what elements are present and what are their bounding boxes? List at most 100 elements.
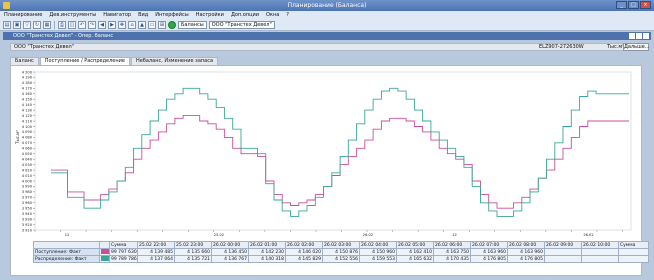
subwindow-restore-button[interactable] bbox=[636, 33, 642, 39]
cell: 99 797 630 bbox=[109, 248, 138, 256]
cell: 4 140 318 bbox=[248, 255, 286, 263]
company-field[interactable]: ООО "Транстех Девел" bbox=[14, 44, 74, 50]
unit-field[interactable]: Тыс.м³ bbox=[607, 44, 624, 50]
y-tick-label: 4 180 bbox=[22, 81, 33, 85]
cell: 4 152 556 bbox=[322, 255, 360, 263]
grid-icon[interactable]: ▦ bbox=[43, 21, 51, 29]
data-grid: Сумма 25.02 22:00 25.02 23:00 26.02 00:0… bbox=[33, 241, 649, 263]
y-tick-label: 4 100 bbox=[22, 125, 33, 129]
chart-panel: Тыс.м³ 4 200 4 190 4 180 4 170 4 160 4 150 4 1… bbox=[10, 65, 649, 276]
back-icon[interactable]: ◀ bbox=[98, 21, 106, 29]
window-controls: _ □ × bbox=[616, 1, 651, 9]
status-icon[interactable] bbox=[168, 21, 176, 29]
undo-icon[interactable]: ↶ bbox=[78, 21, 86, 29]
company-selector[interactable]: ООО "Транстех Девел" bbox=[208, 21, 275, 29]
cell: 4 135 660 bbox=[174, 248, 212, 256]
grid-header-cell: 25.02 23:00 bbox=[174, 241, 212, 249]
next-button[interactable]: Дальше... bbox=[623, 43, 650, 51]
grid-header-cell: 26.02 04:00 bbox=[359, 241, 397, 249]
cell: 4 165 632 bbox=[396, 255, 434, 263]
menu-item[interactable]: Навигатор bbox=[103, 11, 131, 20]
grid-header-cell: 26.02 08:00 bbox=[507, 241, 545, 249]
minimize-button[interactable]: _ bbox=[616, 1, 627, 9]
y-tick-label: 4 070 bbox=[22, 141, 33, 145]
table-icon[interactable]: ⊞ bbox=[158, 21, 166, 29]
cell: 4 146 020 bbox=[285, 248, 323, 256]
row-label: Поступление: Факт bbox=[33, 248, 100, 256]
cell bbox=[618, 248, 649, 256]
y-tick-label: 4 190 bbox=[22, 76, 33, 80]
grid-corner bbox=[33, 241, 100, 249]
app-icon bbox=[3, 2, 10, 9]
cell: 4 163 960 bbox=[470, 248, 508, 256]
subwindow-titlebar: ООО "Транстех Девел" - Опер. баланс bbox=[3, 32, 651, 40]
x-tick-label: 12 bbox=[65, 233, 70, 237]
x-tick-label: 26.02 bbox=[583, 233, 593, 237]
tab-bar: Баланс Поступление / Распределение Небал… bbox=[10, 57, 219, 65]
y-tick-label: 4 000 bbox=[22, 179, 33, 183]
up-icon[interactable]: ▲ bbox=[138, 21, 146, 29]
cell: 4 170 435 bbox=[433, 255, 471, 263]
y-tick-label: 3 950 bbox=[22, 207, 33, 211]
table-row[interactable]: Поступление: Факт 99 797 630 4 139 485 4… bbox=[33, 248, 649, 256]
grid-header-cell: 26.02 03:00 bbox=[322, 241, 360, 249]
window-titlebar: Планирование (Баланса) _ □ × bbox=[0, 0, 654, 11]
print-icon[interactable]: ⎙ bbox=[58, 21, 66, 29]
tab-inflow-distribution[interactable]: Поступление / Распределение bbox=[39, 57, 130, 65]
forward-icon[interactable]: ▶ bbox=[108, 21, 116, 29]
grid-header-cell: Сумма bbox=[109, 241, 138, 249]
grid-header-cell bbox=[99, 241, 110, 249]
cell bbox=[581, 248, 619, 256]
grid-header-cell: 26.02 00:00 bbox=[211, 241, 249, 249]
series-color-swatch bbox=[101, 249, 109, 254]
y-tick-label: 4 140 bbox=[22, 103, 33, 107]
maximize-button[interactable]: □ bbox=[628, 1, 639, 9]
subwindow-minimize-button[interactable] bbox=[629, 33, 635, 39]
plot-area bbox=[34, 71, 632, 231]
balance-selector[interactable]: Балансы bbox=[178, 21, 207, 29]
y-tick-label: 4 130 bbox=[22, 108, 33, 112]
menu-item[interactable]: Дев.инструменты bbox=[49, 11, 96, 20]
subwindow-close-button[interactable] bbox=[643, 33, 649, 39]
move-icon[interactable]: ✥ bbox=[118, 21, 126, 29]
menu-bar: Планирование Дев.инструменты Навигатор Вид И… bbox=[0, 11, 654, 20]
toolbar-separator bbox=[54, 21, 55, 29]
menu-item[interactable]: ? bbox=[286, 11, 289, 20]
y-tick-label: 4 040 bbox=[22, 157, 33, 161]
open-icon[interactable]: ▤ bbox=[3, 21, 11, 29]
menu-item[interactable]: Вид bbox=[138, 11, 148, 20]
cell bbox=[544, 248, 582, 256]
chart-icon[interactable]: ◫ bbox=[68, 21, 76, 29]
home-icon[interactable]: ⌂ bbox=[128, 21, 136, 29]
tab-imbalance[interactable]: Небаланс, Изменение запаса bbox=[130, 57, 219, 65]
y-tick-label: 3 970 bbox=[22, 196, 33, 200]
menu-item[interactable]: Интерфейсы bbox=[155, 11, 188, 20]
menu-item[interactable]: Планирование bbox=[4, 11, 42, 20]
cell: 4 136 450 bbox=[211, 248, 249, 256]
filter-icon[interactable]: ▽ bbox=[23, 21, 31, 29]
y-tick-label: 4 200 bbox=[22, 70, 33, 74]
cell: 4 150 960 bbox=[359, 248, 397, 256]
cell: 4 135 721 bbox=[174, 255, 212, 263]
redo-icon[interactable]: ↷ bbox=[88, 21, 96, 29]
x-tick-label: 12 bbox=[452, 233, 457, 237]
menu-item[interactable]: Окна bbox=[266, 11, 279, 20]
close-button[interactable]: × bbox=[640, 1, 651, 9]
subwindow-title: ООО "Транстех Девел" - Опер. баланс bbox=[13, 33, 114, 39]
cell: 4 145 829 bbox=[285, 255, 323, 263]
menu-item[interactable]: Доп.опции bbox=[231, 11, 259, 20]
y-tick-label: 3 940 bbox=[22, 212, 33, 216]
cell bbox=[618, 255, 649, 263]
code-field[interactable]: ELZ907-272630W bbox=[539, 44, 584, 50]
y-tick-label: 3 980 bbox=[22, 190, 33, 194]
y-tick-label: 4 090 bbox=[22, 130, 33, 134]
y-tick-label: 3 990 bbox=[22, 185, 33, 189]
menu-item[interactable]: Настройки bbox=[196, 11, 224, 20]
tab-balance[interactable]: Баланс bbox=[10, 57, 39, 65]
row-label: Распределение: Факт bbox=[33, 255, 100, 263]
save-icon[interactable]: ▣ bbox=[13, 21, 21, 29]
series-color-swatch bbox=[101, 256, 109, 261]
table-row[interactable]: Распределение: Факт 99 789 786 4 137 064… bbox=[33, 255, 649, 263]
refresh-icon[interactable]: ↻ bbox=[33, 21, 41, 29]
calendar-icon[interactable]: ▭ bbox=[148, 21, 156, 29]
